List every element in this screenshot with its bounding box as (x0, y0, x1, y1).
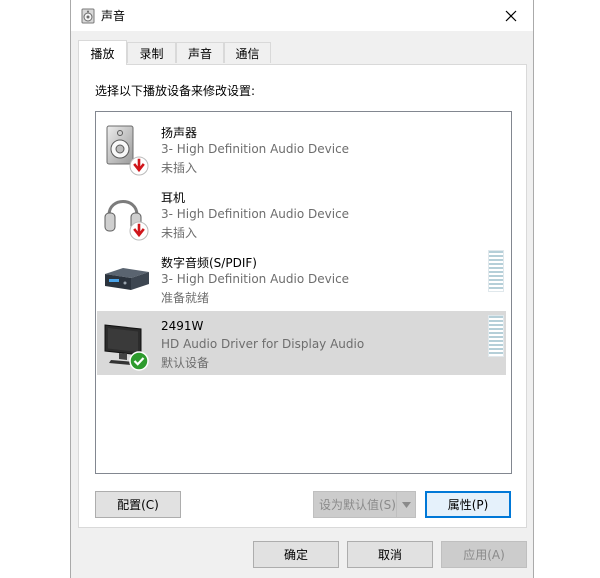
apply-button[interactable]: 应用(A) (441, 541, 527, 568)
list-item-headphones[interactable]: 耳机 3- High Definition Audio Device 未插入 (97, 181, 506, 245)
unplugged-arrow-icon (129, 156, 149, 176)
device-name: 2491W (161, 319, 204, 333)
device-list[interactable]: 扬声器 3- High Definition Audio Device 未插入 … (95, 111, 512, 474)
sound-dialog: 声音 播放 录制 声音 通信 选择以下播放设备来修改设置: 扬声器 3- Hig… (70, 0, 534, 578)
volume-meter (488, 315, 504, 357)
device-status: 未插入 (161, 161, 198, 175)
speaker-icon (81, 8, 95, 24)
volume-meter (488, 250, 504, 292)
device-status: 准备就绪 (161, 291, 210, 305)
set-default-dropdown[interactable] (396, 492, 415, 517)
close-icon (505, 10, 517, 21)
tab-playback[interactable]: 播放 (78, 40, 127, 65)
instruction-label: 选择以下播放设备来修改设置: (95, 84, 256, 98)
digital-audio-icon (105, 268, 149, 290)
playback-panel: 选择以下播放设备来修改设置: 扬声器 3- High Definition Au… (78, 64, 527, 528)
cancel-button[interactable]: 取消 (347, 541, 433, 568)
device-name: 扬声器 (161, 126, 198, 140)
title-bar[interactable]: 声音 (71, 0, 533, 31)
device-driver: 3- High Definition Audio Device (161, 272, 350, 286)
default-check-icon (129, 351, 149, 371)
device-name: 耳机 (161, 191, 186, 205)
set-default-button[interactable]: 设为默认值(S) (313, 491, 416, 518)
device-driver: HD Audio Driver for Display Audio (161, 337, 365, 351)
device-status: 默认设备 (161, 356, 210, 370)
tab-recording[interactable]: 录制 (127, 42, 176, 63)
window-title: 声音 (101, 9, 126, 23)
device-name: 数字音频(S/PDIF) (161, 256, 257, 270)
list-item-2491w[interactable]: 2491W HD Audio Driver for Display Audio … (97, 311, 506, 375)
unplugged-arrow-icon (129, 221, 149, 241)
tab-communications[interactable]: 通信 (224, 42, 271, 63)
properties-button[interactable]: 属性(P) (425, 491, 511, 518)
tab-sounds[interactable]: 声音 (176, 42, 224, 63)
close-button[interactable] (489, 0, 533, 31)
ok-button[interactable]: 确定 (253, 541, 339, 568)
chevron-down-icon (401, 501, 411, 508)
set-default-label: 设为默认值(S) (319, 498, 396, 512)
device-status: 未插入 (161, 226, 198, 240)
device-driver: 3- High Definition Audio Device (161, 142, 350, 156)
device-driver: 3- High Definition Audio Device (161, 207, 350, 221)
list-item-digital-audio[interactable]: 数字音频(S/PDIF) 3- High Definition Audio De… (97, 246, 506, 310)
list-item-speakers[interactable]: 扬声器 3- High Definition Audio Device 未插入 (97, 116, 506, 180)
configure-button[interactable]: 配置(C) (95, 491, 181, 518)
